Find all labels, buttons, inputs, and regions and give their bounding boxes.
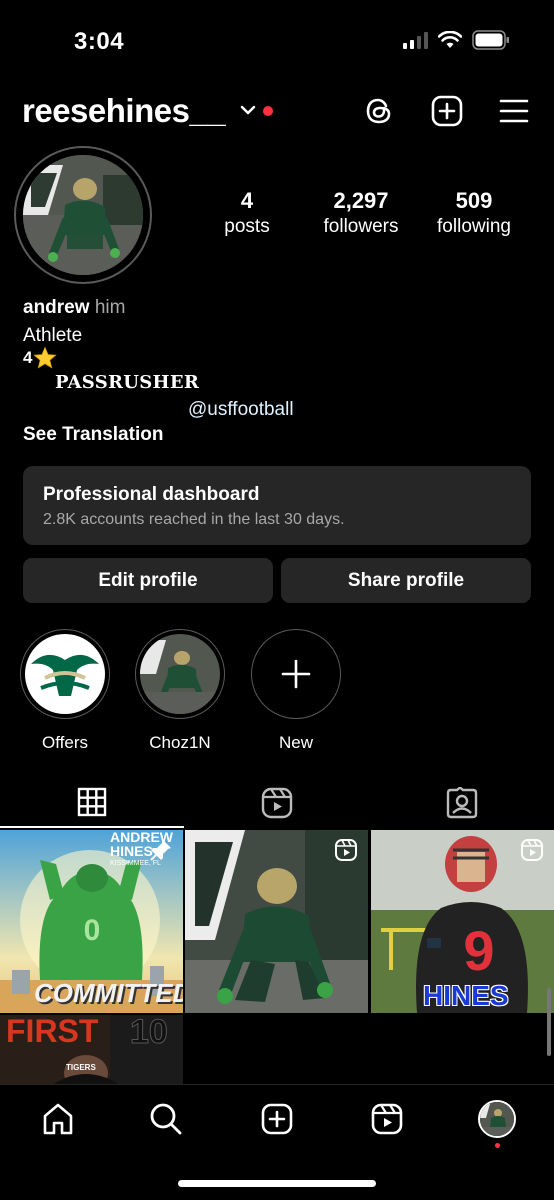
status-time: 3:04 [74,28,125,55]
reels-icon [371,1103,403,1135]
highlight-ring [251,629,341,719]
post-tile[interactable] [185,830,368,1013]
followers-count: 2,297 [333,188,389,213]
nav-create[interactable] [257,1099,297,1139]
profile-stats: 4 posts 2,297 followers 509 following [190,188,540,238]
home-icon [43,1103,73,1135]
create-post-icon [261,1103,293,1135]
notification-dot [495,1143,500,1148]
wifi-icon [438,31,462,48]
status-icons [403,30,510,50]
share-profile-button[interactable]: Share profile [281,558,531,603]
new-highlight-button[interactable]: New [251,629,341,753]
following-count: 509 [455,188,493,213]
avatar [23,155,143,275]
highlight-choz1n[interactable]: Choz1N [135,629,225,753]
following-stat[interactable]: 509 following [418,188,530,238]
svg-text:0: 0 [84,914,101,947]
highlight-label: Offers [42,733,88,752]
display-name: andrew [23,297,90,318]
nav-search[interactable] [146,1099,186,1139]
tagged-icon [446,787,478,819]
star-icon [33,346,58,369]
create-post-icon[interactable] [430,94,464,128]
edit-profile-button[interactable]: Edit profile [23,558,273,603]
chevron-down-icon[interactable] [240,104,256,116]
usf-logo-icon [25,634,105,714]
scrollbar[interactable] [547,988,551,1056]
post-overlay-caption: COMMITTED [34,978,183,1008]
profile-content-tabs [0,778,554,828]
followers-label: followers [323,216,399,237]
reel-icon [335,839,357,861]
post-overlay-title: FIRST [6,1015,99,1049]
profile-avatar[interactable] [14,146,152,284]
tab-reels[interactable] [185,778,369,828]
bio-mention-link[interactable]: @usffootball [188,399,294,421]
bio-passrusher: PASSRUSHER [55,372,200,393]
tab-tagged[interactable] [370,778,554,828]
highlight-label: New [278,733,313,752]
search-icon [150,1103,182,1135]
nav-home[interactable] [38,1099,78,1139]
following-label: following [437,216,511,237]
profile-header: reesehines__ [0,88,554,138]
post-tile[interactable]: 0 ANDREW HINES KISSIMMEE, FL COMMITTED [0,830,183,1013]
battery-icon [472,30,509,50]
rating-number: 4 [23,348,33,367]
pronouns: him [94,297,126,318]
highlight-offers[interactable]: Offers [20,629,110,753]
post-tile[interactable]: 9 HINES [371,830,554,1013]
post-tile[interactable]: FIRST 10 TIGERS [0,1015,183,1085]
see-translation-link[interactable]: See Translation [23,424,163,446]
svg-text:9: 9 [463,919,494,982]
bio-rating: 4 [23,346,58,370]
professional-dashboard-card[interactable]: Professional dashboard 2.8K accounts rea… [23,466,531,545]
followers-stat[interactable]: 2,297 followers [304,188,418,238]
signal-icon [403,31,428,49]
reel-icon [521,839,543,861]
profile-avatar-icon [478,1100,516,1138]
highlight-ring [20,629,110,719]
status-bar: 3:04 [0,0,554,80]
reels-icon [261,787,293,819]
grid-icon [77,787,107,817]
post-overlay-caption: HINES [423,980,509,1011]
threads-icon[interactable] [362,94,396,128]
notification-dot [263,106,273,116]
dashboard-title: Professional dashboard [43,484,260,505]
highlight-label: Choz1N [149,733,211,752]
pin-icon [150,840,171,861]
menu-icon[interactable] [497,94,531,128]
dashboard-subtitle: 2.8K accounts reached in the last 30 day… [43,511,345,528]
plus-icon [281,659,311,689]
home-indicator[interactable] [178,1180,376,1187]
posts-stat[interactable]: 4 posts [190,188,304,238]
tab-posts-grid[interactable] [0,778,184,828]
nav-profile[interactable] [477,1099,517,1139]
profile-bio: andrew him Athlete [23,294,125,350]
highlight-thumbnail [140,634,220,714]
post-overlay-team: TIGERS [66,1063,96,1072]
highlight-ring [135,629,225,719]
post-overlay-number: 10 [130,1015,169,1052]
posts-label: posts [224,216,270,237]
posts-count: 4 [240,188,254,213]
nav-reels[interactable] [367,1099,407,1139]
account-switcher-username[interactable]: reesehines__ [22,92,226,130]
